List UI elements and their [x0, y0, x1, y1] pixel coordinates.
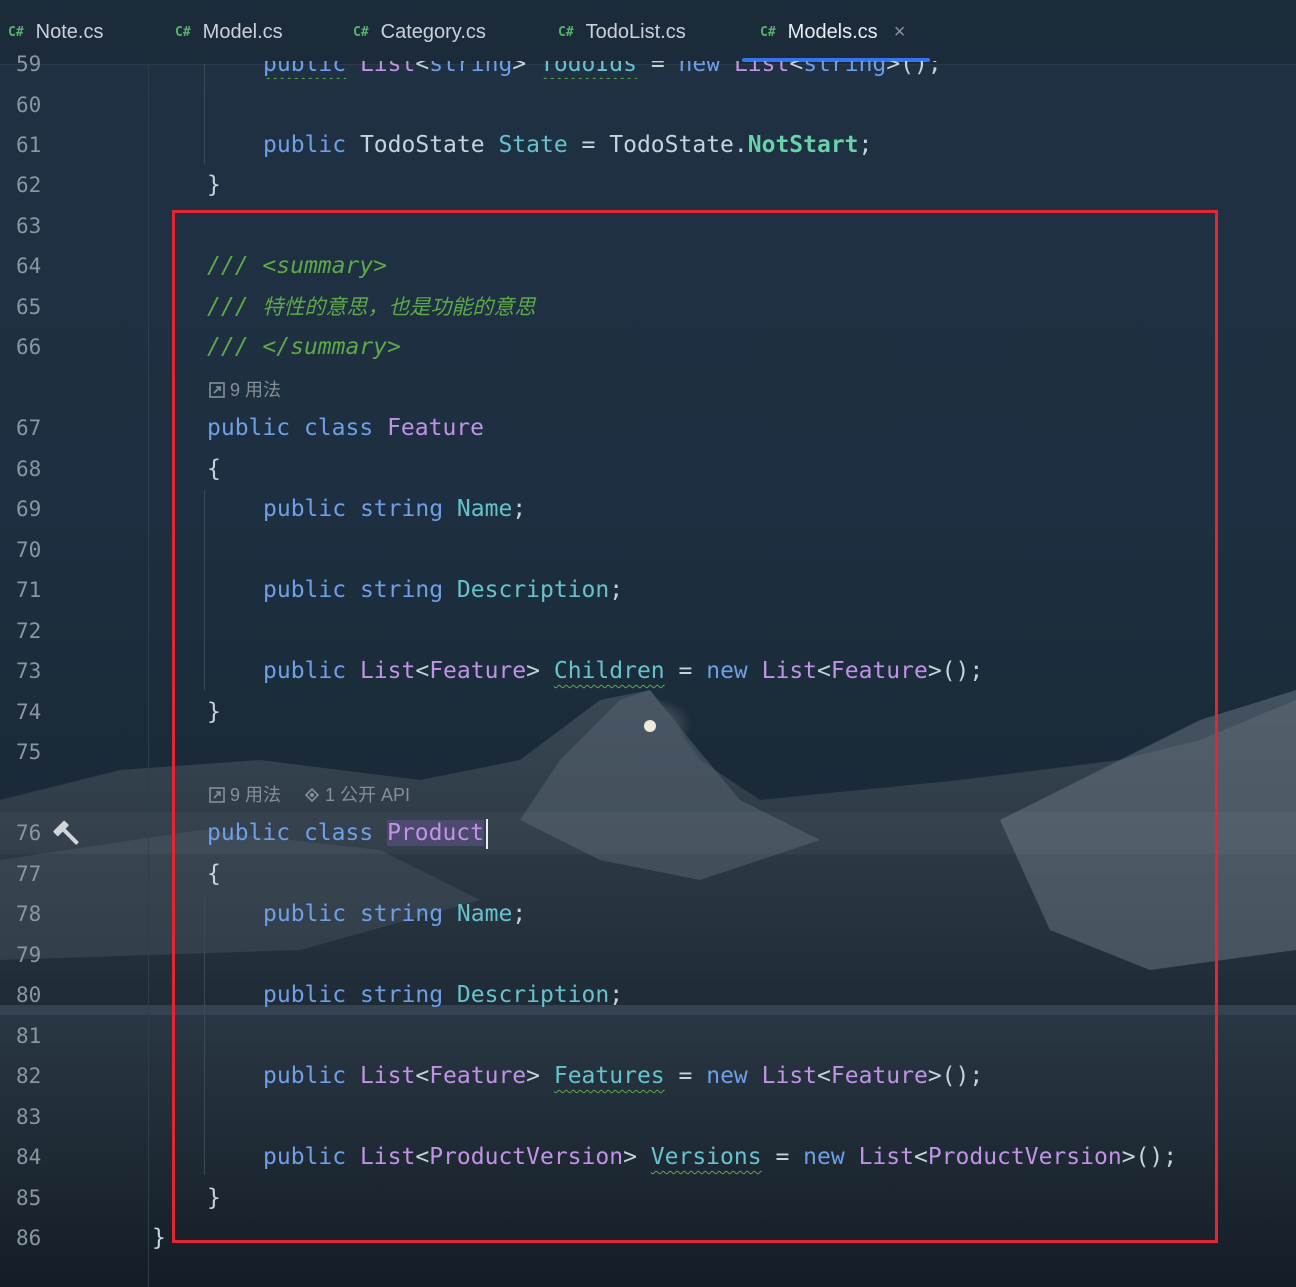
line-number: 85	[16, 1186, 42, 1210]
tab-todolist-cs[interactable]: C# TodoList.cs	[558, 0, 686, 64]
code-line-62[interactable]: }	[207, 170, 221, 200]
highlight-annotation-box	[172, 210, 1218, 1243]
line-number: 64	[16, 254, 42, 278]
csharp-file-icon: C#	[175, 24, 191, 40]
tab-model-cs[interactable]: C# Model.cs	[175, 0, 283, 64]
line-number: 76	[16, 821, 42, 845]
code-line-86[interactable]: }	[152, 1223, 166, 1253]
tab-label: TodoList.cs	[585, 20, 686, 43]
csharp-file-icon: C#	[353, 24, 369, 40]
line-number: 70	[16, 538, 42, 562]
line-number: 66	[16, 335, 42, 359]
line-number: 62	[16, 173, 42, 197]
line-number: 82	[16, 1064, 42, 1088]
gutter-divider	[148, 64, 149, 1287]
line-number: 74	[16, 700, 42, 724]
code-line-61[interactable]: public TodoState State = TodoState.NotSt…	[263, 130, 872, 160]
line-number: 60	[16, 93, 42, 117]
indent-guide	[204, 64, 205, 164]
tab-category-cs[interactable]: C# Category.cs	[353, 0, 486, 64]
line-number: 67	[16, 416, 42, 440]
line-number: 78	[16, 902, 42, 926]
tab-models-cs[interactable]: C# Models.cs ×	[760, 0, 905, 64]
line-number: 69	[16, 497, 42, 521]
csharp-file-icon: C#	[760, 24, 776, 40]
tab-label: Models.cs	[787, 20, 878, 43]
line-number: 73	[16, 659, 42, 683]
tab-label: Model.cs	[202, 20, 283, 43]
line-number: 68	[16, 457, 42, 481]
csharp-file-icon: C#	[558, 24, 574, 40]
line-number: 65	[16, 295, 42, 319]
line-number: 83	[16, 1105, 42, 1129]
line-number: 72	[16, 619, 42, 643]
line-number: 71	[16, 578, 42, 602]
tab-label: Category.cs	[380, 20, 486, 43]
tab-label: Note.cs	[35, 20, 104, 43]
close-icon[interactable]: ×	[894, 21, 906, 44]
tab-bar: C# Note.cs C# Model.cs C# Category.cs C#…	[0, 0, 1296, 65]
hammer-icon[interactable]	[52, 818, 82, 848]
line-number: 80	[16, 983, 42, 1007]
line-number: 77	[16, 862, 42, 886]
line-number: 75	[16, 740, 42, 764]
line-number: 59	[16, 52, 42, 76]
line-number: 84	[16, 1145, 42, 1169]
line-number: 81	[16, 1024, 42, 1048]
editor-window: C# Note.cs C# Model.cs C# Category.cs C#…	[0, 0, 1296, 1287]
line-number: 61	[16, 133, 42, 157]
line-number: 86	[16, 1226, 42, 1250]
line-number: 79	[16, 943, 42, 967]
line-number: 63	[16, 214, 42, 238]
csharp-file-icon: C#	[8, 24, 24, 40]
